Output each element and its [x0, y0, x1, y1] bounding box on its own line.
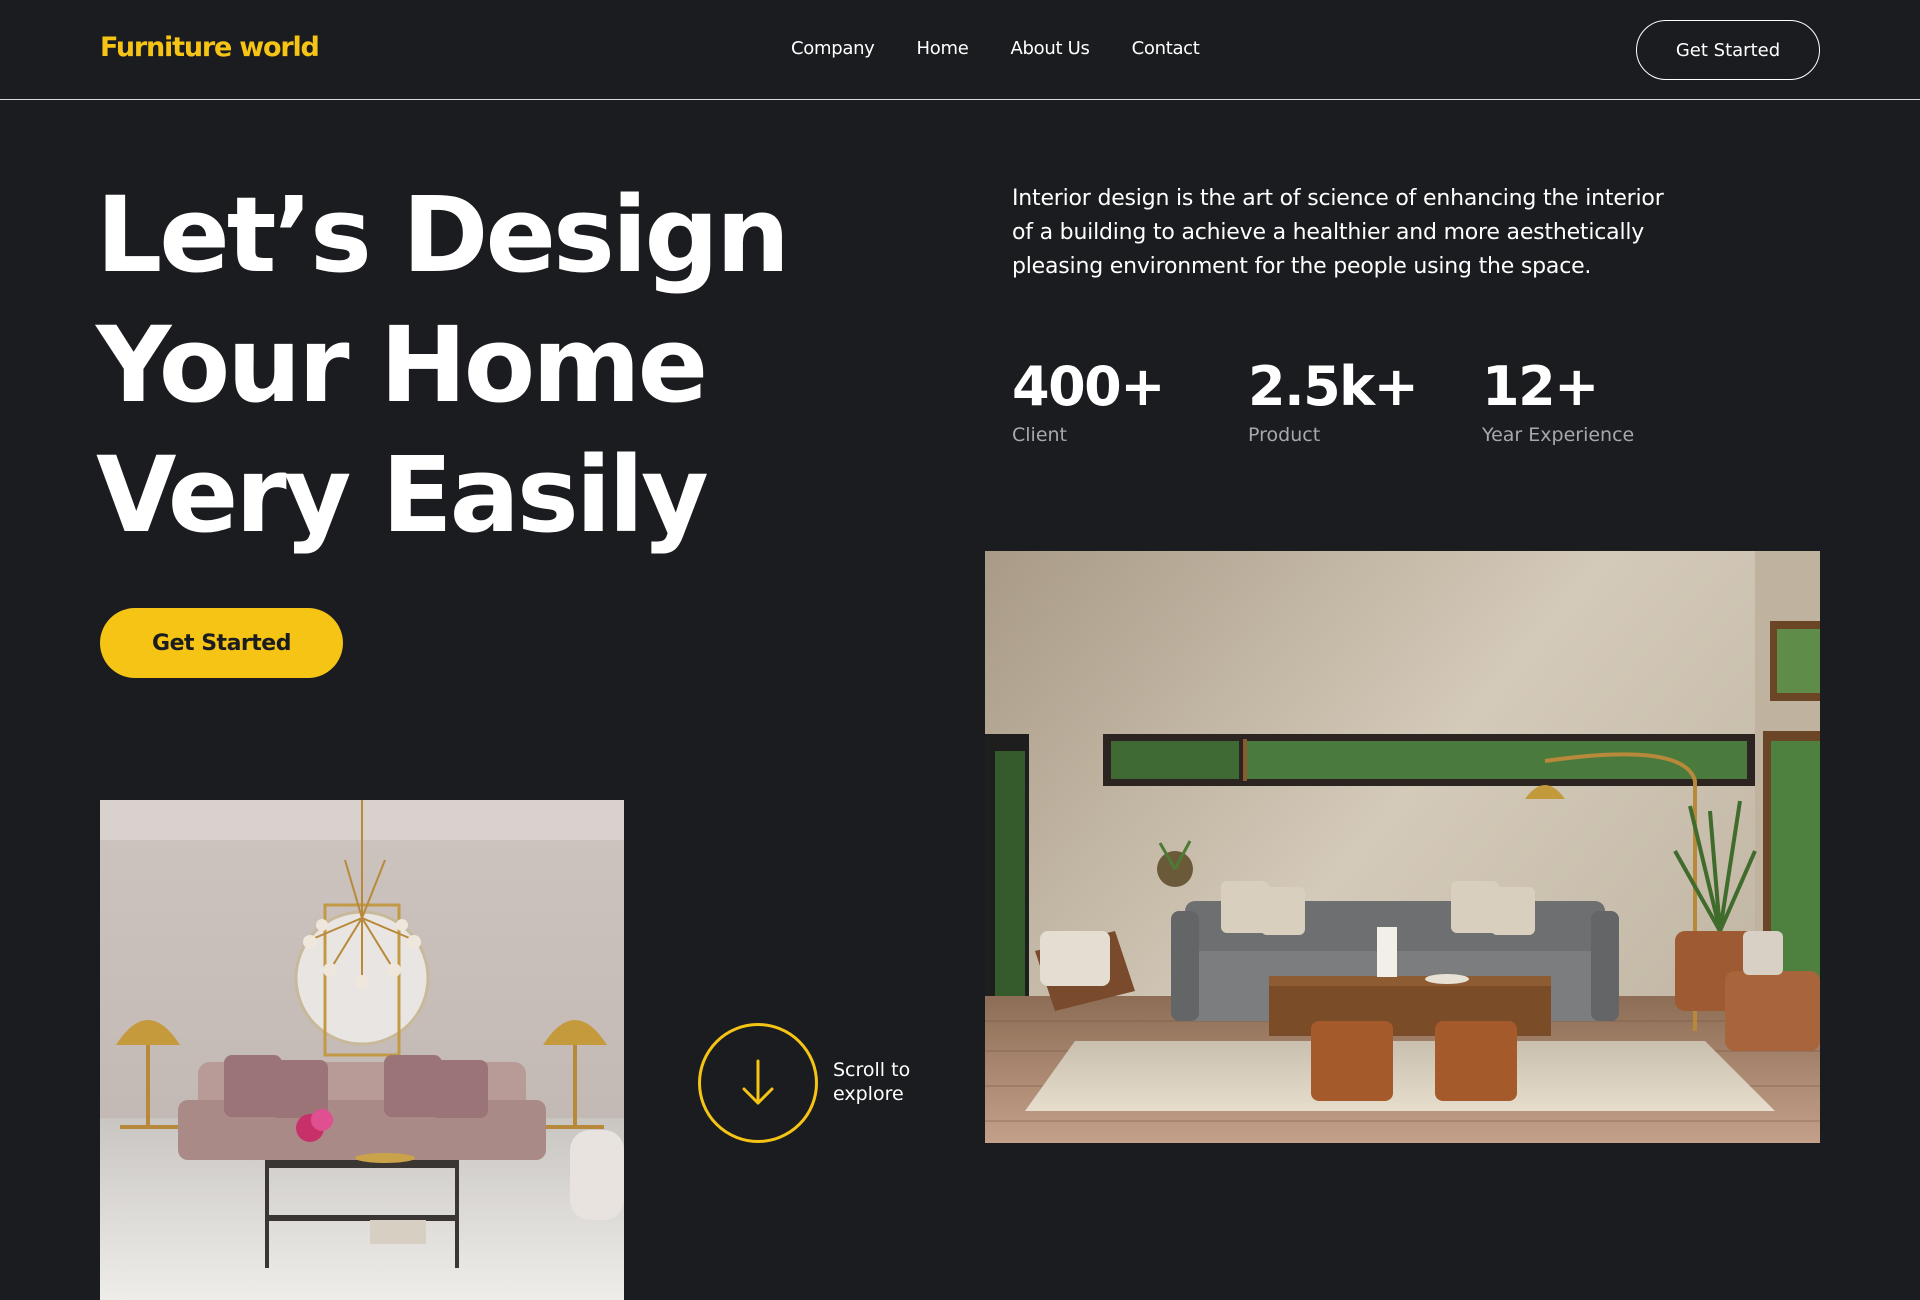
- hero-title-line-2: Your Home: [96, 304, 708, 426]
- hero-description: Interior design is the art of science of…: [1012, 186, 1664, 279]
- nav-link-company[interactable]: Company: [791, 38, 875, 59]
- stat-products: 2.5k+ Product: [1248, 354, 1482, 446]
- scroll-down-button[interactable]: [698, 1023, 818, 1143]
- stat-value: 12+: [1482, 355, 1599, 418]
- stats-row: 400+ Client 2.5k+ Product 12+ Year Exper…: [1012, 354, 1718, 446]
- main-nav: Company Home About Us Contact: [791, 38, 1200, 59]
- nav-link-about-us[interactable]: About Us: [1011, 38, 1090, 59]
- stat-label: Client: [1012, 424, 1068, 446]
- logo[interactable]: Furniture world: [100, 32, 320, 63]
- hero-title: Let’s Design Your Home Very Easily: [96, 170, 790, 560]
- nav-link-contact[interactable]: Contact: [1132, 38, 1200, 59]
- stat-label: Product: [1248, 424, 1321, 446]
- stat-clients: 400+ Client: [1012, 354, 1248, 446]
- stat-value: 400+: [1012, 355, 1165, 418]
- stat-label: Year Experience: [1482, 424, 1635, 446]
- hero-title-line-1: Let’s Design: [96, 174, 790, 296]
- stat-value: 2.5k+: [1248, 355, 1419, 418]
- hero-get-started-button[interactable]: Get Started: [100, 608, 343, 678]
- stat-experience: 12+ Year Experience: [1482, 354, 1718, 446]
- living-room-pink-sofa-image: [100, 800, 624, 1300]
- arrow-down-icon: [742, 1059, 774, 1105]
- living-room-grey-sofa-image: [985, 551, 1820, 1143]
- hero-title-line-3: Very Easily: [96, 434, 709, 556]
- scroll-to-explore-label: Scroll to explore: [833, 1059, 911, 1105]
- header-get-started-button[interactable]: Get Started: [1636, 20, 1820, 80]
- site-header: Furniture world Company Home About Us Co…: [0, 0, 1920, 100]
- nav-link-home[interactable]: Home: [917, 38, 969, 59]
